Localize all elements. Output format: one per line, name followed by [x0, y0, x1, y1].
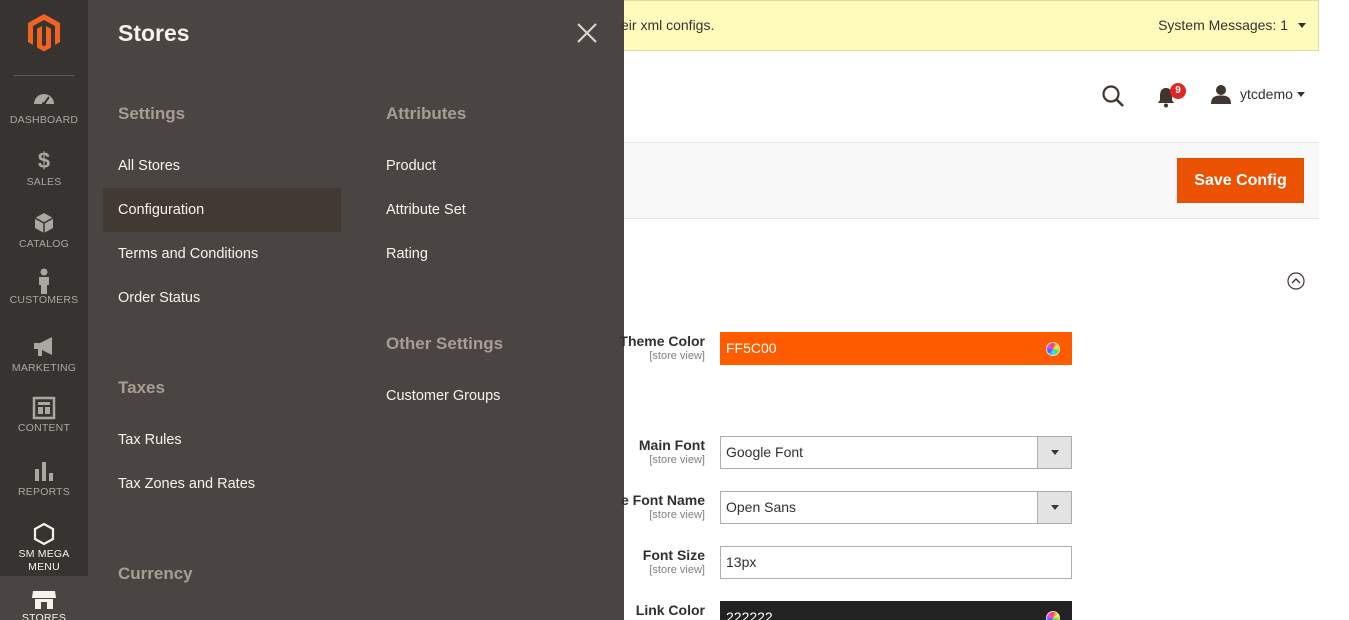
dashboard-icon: [0, 88, 88, 114]
menu-link-tax-zones-and-rates[interactable]: Tax Zones and Rates: [118, 476, 255, 492]
nav-label: STORES: [21, 612, 67, 620]
nav-item-catalog[interactable]: CATALOG: [0, 212, 88, 274]
nav-item-dashboard[interactable]: DASHBOARD: [0, 88, 88, 150]
nav-label: SALES: [26, 176, 62, 188]
nav-item-reports[interactable]: REPORTS: [0, 460, 88, 522]
nav-item-sm-mega-menu[interactable]: SM MEGA MENU: [0, 522, 88, 576]
field-label-font-size: Font Size: [642, 547, 705, 563]
menu-link-attribute-set[interactable]: Attribute Set: [386, 202, 466, 218]
store-icon: [0, 590, 88, 612]
section-title-other-settings: Other Settings: [386, 334, 504, 353]
menu-link-product[interactable]: Product: [386, 158, 436, 174]
nav-item-stores[interactable]: STORES: [0, 576, 88, 620]
nav-item-customers[interactable]: CUSTOMERS: [0, 268, 88, 330]
user-icon[interactable]: [1210, 84, 1232, 104]
cube-icon: [0, 212, 88, 238]
link-color-value: 222222: [726, 609, 773, 620]
save-config-button[interactable]: Save Config: [1177, 158, 1304, 203]
user-menu-name[interactable]: ytcdemo: [1240, 86, 1293, 102]
field-scope: [store view]: [649, 509, 705, 521]
nav-label: CONTENT: [17, 422, 71, 434]
field-label-link-color: Link Color: [635, 602, 705, 618]
field-scope: [store view]: [649, 350, 705, 362]
section-title-taxes: Taxes: [118, 378, 165, 397]
section-title-currency: Currency: [118, 564, 193, 583]
notification-badge[interactable]: 9: [1170, 83, 1186, 99]
menu-link-all-stores[interactable]: All Stores: [118, 158, 180, 174]
field-label-font-name: e Font Name: [620, 492, 705, 508]
theme-color-value: FF5C00: [726, 340, 777, 356]
menu-link-order-status[interactable]: Order Status: [118, 290, 200, 306]
field-label-main-font: Main Font: [638, 437, 705, 453]
color-picker-icon[interactable]: [1046, 611, 1060, 620]
nav-item-content[interactable]: CONTENT: [0, 396, 88, 458]
chevron-down-icon[interactable]: [1037, 492, 1071, 523]
chevron-down-icon[interactable]: [1037, 437, 1071, 468]
dollar-icon: $: [37, 148, 51, 173]
magento-logo-icon[interactable]: [24, 12, 64, 52]
nav-label: CUSTOMERS: [9, 294, 79, 306]
nav-item-marketing[interactable]: MARKETING: [0, 336, 88, 398]
page-margin: [1319, 0, 1349, 620]
nav-label: CATALOG: [18, 238, 70, 250]
search-icon[interactable]: [1101, 84, 1125, 108]
chevron-down-icon[interactable]: [1297, 92, 1305, 97]
field-label-theme-color: Theme Color: [619, 333, 705, 349]
nav-divider: [14, 75, 74, 76]
menu-link-customer-groups[interactable]: Customer Groups: [386, 388, 500, 404]
close-icon[interactable]: [576, 22, 598, 44]
collapse-section-icon[interactable]: [1287, 272, 1305, 290]
chevron-down-icon[interactable]: [1298, 23, 1306, 28]
hexagon-icon: [0, 522, 88, 548]
main-font-select[interactable]: Google Font: [720, 436, 1072, 469]
system-messages-count[interactable]: System Messages: 1: [1158, 17, 1288, 33]
nav-label: MARKETING: [11, 362, 77, 374]
system-messages-bar: eir xml configs. System Messages: 1: [621, 0, 1319, 51]
system-message-text: eir xml configs.: [621, 17, 715, 33]
megaphone-icon: [0, 336, 88, 362]
menu-link-rating[interactable]: Rating: [386, 246, 428, 262]
menu-link-terms-and-conditions[interactable]: Terms and Conditions: [118, 246, 258, 262]
section-title-settings: Settings: [118, 104, 186, 123]
font-name-value: Open Sans: [726, 499, 797, 515]
field-scope: [store view]: [649, 564, 705, 576]
admin-sidebar: DASHBOARD $ SALES CATALOG CUSTOMERS MARK…: [0, 0, 88, 620]
person-icon: [0, 268, 88, 294]
theme-color-input[interactable]: FF5C00: [720, 332, 1072, 365]
nav-item-sales[interactable]: $ SALES: [0, 150, 88, 212]
bar-chart-icon: [0, 460, 88, 486]
color-picker-icon[interactable]: [1046, 342, 1060, 356]
panel-title: Stores: [118, 20, 190, 46]
font-size-value: 13px: [726, 554, 757, 570]
field-scope: [store view]: [649, 454, 705, 466]
nav-label: MENU: [28, 561, 60, 573]
nav-label: SM MEGA: [18, 548, 70, 560]
nav-label: REPORTS: [18, 486, 70, 498]
main-font-value: Google Font: [726, 444, 804, 460]
nav-label: DASHBOARD: [9, 114, 79, 126]
stores-menu-panel: Stores Settings All Stores Configuration…: [88, 0, 624, 620]
link-color-input[interactable]: 222222: [720, 601, 1072, 620]
menu-link-tax-rules[interactable]: Tax Rules: [118, 432, 182, 448]
layout-icon: [0, 396, 88, 422]
font-size-input[interactable]: 13px: [720, 546, 1072, 579]
menu-link-configuration[interactable]: Configuration: [118, 202, 204, 218]
font-name-select[interactable]: Open Sans: [720, 491, 1072, 524]
section-title-attributes: Attributes: [386, 104, 467, 123]
